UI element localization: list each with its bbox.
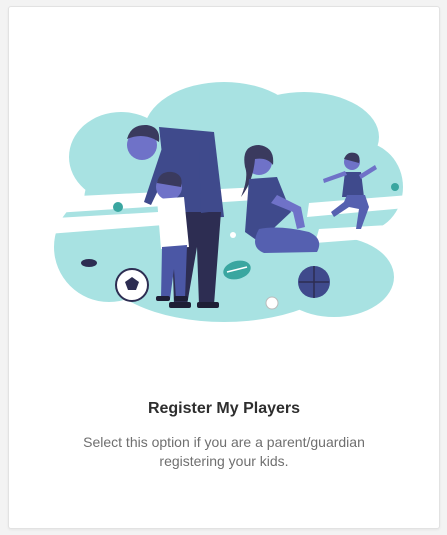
small-ball-right-icon xyxy=(391,183,399,191)
baseball-icon xyxy=(265,296,279,310)
card-title: Register My Players xyxy=(147,400,301,417)
hockey-puck-icon xyxy=(81,259,97,267)
register-my-players-card[interactable]: Register My Players Select this option i… xyxy=(8,6,440,529)
card-description: Select this option if you are a parent/g… xyxy=(83,434,365,469)
basketball-icon xyxy=(298,266,330,298)
small-ball-icon xyxy=(230,232,236,238)
soccer-ball-icon xyxy=(115,268,149,302)
tennis-ball-icon xyxy=(113,202,123,212)
family-sports-illustration xyxy=(35,82,438,322)
